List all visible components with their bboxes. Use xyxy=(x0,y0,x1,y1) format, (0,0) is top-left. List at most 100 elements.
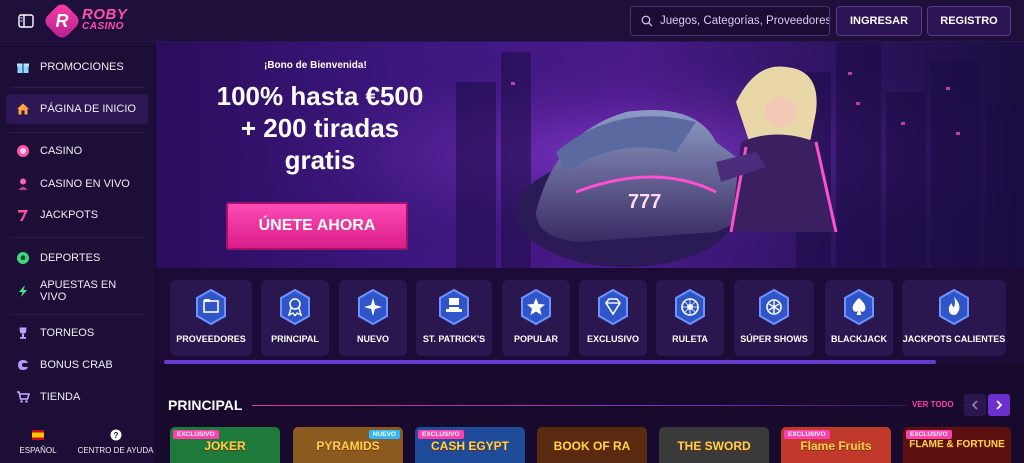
game-tile[interactable]: EXCLUSIVO CASH EGYPT xyxy=(415,427,525,463)
game-tile[interactable]: EXCLUSIVO Flame Fruits xyxy=(781,427,891,463)
sidebar-item-promociones[interactable]: PROMOCIONES xyxy=(0,54,155,80)
app-root: R ROBY CASINO INGRESAR REGISTRO PROMOCIO… xyxy=(0,0,1024,463)
game-title: PYRAMIDS xyxy=(316,439,380,453)
home-icon xyxy=(16,102,30,116)
flame-icon xyxy=(939,288,969,326)
gift-icon xyxy=(16,60,30,74)
game-title: BOOK OF RA xyxy=(553,439,631,453)
game-title: JOKER xyxy=(204,439,246,453)
sidebar-item-label: APUESTAS EN VIVO xyxy=(40,279,117,303)
sidebar-item-apuestas-en-vivo[interactable]: APUESTAS EN VIVO xyxy=(0,275,155,307)
sidebar-item-casino[interactable]: CASINO xyxy=(0,138,155,164)
search-icon xyxy=(641,15,653,27)
category-nuevo[interactable]: NUEVO xyxy=(339,280,407,356)
game-tile[interactable]: THE SWORD xyxy=(659,427,769,463)
sidebar-item-torneos[interactable]: TORNEOS xyxy=(0,320,155,346)
new-badge: NUEVO xyxy=(368,430,400,439)
register-button[interactable]: REGISTRO xyxy=(927,6,1011,36)
sidebar-item-jackpots[interactable]: JACKPOTS xyxy=(0,202,155,228)
category-jackpots-calientes[interactable]: JACKPOTS CALIENTES xyxy=(902,280,1006,356)
star-icon xyxy=(521,288,551,326)
view-all-link[interactable]: VER TODO xyxy=(906,400,960,409)
help-center-link[interactable]: ? CENTRO DE AYUDA xyxy=(76,420,155,463)
spain-flag-icon xyxy=(32,429,44,440)
category-proveedores[interactable]: PROVEEDORES xyxy=(170,280,252,356)
menu-toggle-button[interactable] xyxy=(12,7,40,35)
search-input[interactable] xyxy=(659,15,829,27)
seven-icon xyxy=(16,208,30,222)
logo-text: ROBY CASINO xyxy=(82,5,128,32)
login-button[interactable]: INGRESAR xyxy=(836,6,922,36)
cart-icon xyxy=(16,390,30,404)
casino-chip-icon xyxy=(16,144,30,158)
game-tile[interactable]: BOOK OF RA xyxy=(537,427,647,463)
sidebar: PROMOCIONES PÁGINA DE INICIO CASINO CASI… xyxy=(0,42,155,463)
category-label: PRINCIPAL xyxy=(271,334,319,344)
category-exclusivo[interactable]: EXCLUSIVO xyxy=(579,280,647,356)
award-icon xyxy=(280,288,310,326)
category-label: NUEVO xyxy=(356,334,389,344)
trophy-icon xyxy=(16,326,30,340)
folder-icon xyxy=(196,288,226,326)
category-label: BLACKJACK xyxy=(831,334,887,344)
category-principal[interactable]: PRINCIPAL xyxy=(261,280,329,356)
game-tile[interactable]: EXCLUSIVO JOKER xyxy=(170,427,280,463)
carousel-prev-button[interactable] xyxy=(964,394,986,416)
lightning-icon xyxy=(16,284,30,298)
category-label: ST. PATRICK'S xyxy=(422,334,486,344)
sidebar-item-label: BONUS CRAB xyxy=(40,359,113,371)
bike-plate-text: 777 xyxy=(628,191,661,213)
diamond-icon xyxy=(598,288,628,326)
language-label: ESPAÑOL xyxy=(19,445,57,455)
roby-casino-logo[interactable]: R ROBY CASINO xyxy=(42,0,128,41)
sidebar-item-tienda[interactable]: TIENDA xyxy=(0,384,155,410)
sidebar-item-label: TORNEOS xyxy=(40,327,95,339)
svg-text:?: ? xyxy=(113,431,118,440)
sidebar-item-label: TIENDA xyxy=(40,391,81,403)
game-title: Flame Fruits xyxy=(800,439,872,453)
game-tile[interactable]: NUEVO PYRAMIDS xyxy=(293,427,403,463)
game-title: CASH EGYPT xyxy=(430,439,509,453)
sparkle-icon xyxy=(358,288,388,326)
chevron-right-icon xyxy=(996,400,1003,410)
bonus-title: 100% hasta €500 + 200 tiradas gratis xyxy=(216,81,424,175)
top-bar: R ROBY CASINO INGRESAR REGISTRO xyxy=(0,0,1024,42)
category-st-patricks[interactable]: ST. PATRICK'S xyxy=(416,280,492,356)
category-super-shows[interactable]: SÚPER SHOWS xyxy=(734,280,814,356)
chevron-left-icon xyxy=(971,400,978,410)
game-tile[interactable]: EXCLUSIVO FLAME & FORTUNE xyxy=(903,427,1011,463)
sidebar-item-label: CASINO EN VIVO xyxy=(40,178,130,190)
game-title: FLAME & FORTUNE xyxy=(909,439,1005,450)
sidebar-item-inicio[interactable]: PÁGINA DE INICIO xyxy=(6,94,148,124)
category-label: PROVEEDORES xyxy=(176,334,246,344)
sidebar-divider xyxy=(10,314,145,315)
show-icon xyxy=(759,288,789,326)
live-dealer-icon xyxy=(16,177,30,191)
spade-icon xyxy=(844,288,874,326)
sidebar-item-casino-en-vivo[interactable]: CASINO EN VIVO xyxy=(0,171,155,197)
search-box[interactable] xyxy=(630,6,830,36)
sidebar-item-label: CASINO xyxy=(40,145,83,157)
language-selector[interactable]: ESPAÑOL xyxy=(0,420,76,463)
sidebar-item-deportes[interactable]: DEPORTES xyxy=(0,245,155,271)
game-title: THE SWORD xyxy=(677,439,751,453)
help-icon: ? xyxy=(110,429,121,440)
category-blackjack[interactable]: BLACKJACK xyxy=(825,280,893,356)
soccer-ball-icon xyxy=(16,251,30,265)
sidebar-toggle-icon xyxy=(18,13,34,28)
claw-icon xyxy=(16,358,30,372)
leprechaun-hat-icon xyxy=(439,288,469,326)
welcome-bonus-banner[interactable]: 777 ¡Bono de Bienvenida! 100% hasta €500… xyxy=(156,42,1024,268)
join-now-button[interactable]: ÚNETE AHORA xyxy=(226,202,408,250)
carousel-next-button[interactable] xyxy=(988,394,1010,416)
section-divider xyxy=(252,405,992,406)
sidebar-item-label: JACKPOTS xyxy=(40,209,99,221)
sidebar-item-label: PROMOCIONES xyxy=(40,61,124,73)
category-ruleta[interactable]: RULETA xyxy=(656,280,724,356)
roulette-icon xyxy=(675,288,705,326)
logo-badge: R xyxy=(42,0,82,41)
category-label: SÚPER SHOWS xyxy=(740,334,808,344)
sidebar-item-bonus-crab[interactable]: BONUS CRAB xyxy=(0,352,155,378)
category-popular[interactable]: POPULAR xyxy=(502,280,570,356)
category-label: RULETA xyxy=(672,334,708,344)
